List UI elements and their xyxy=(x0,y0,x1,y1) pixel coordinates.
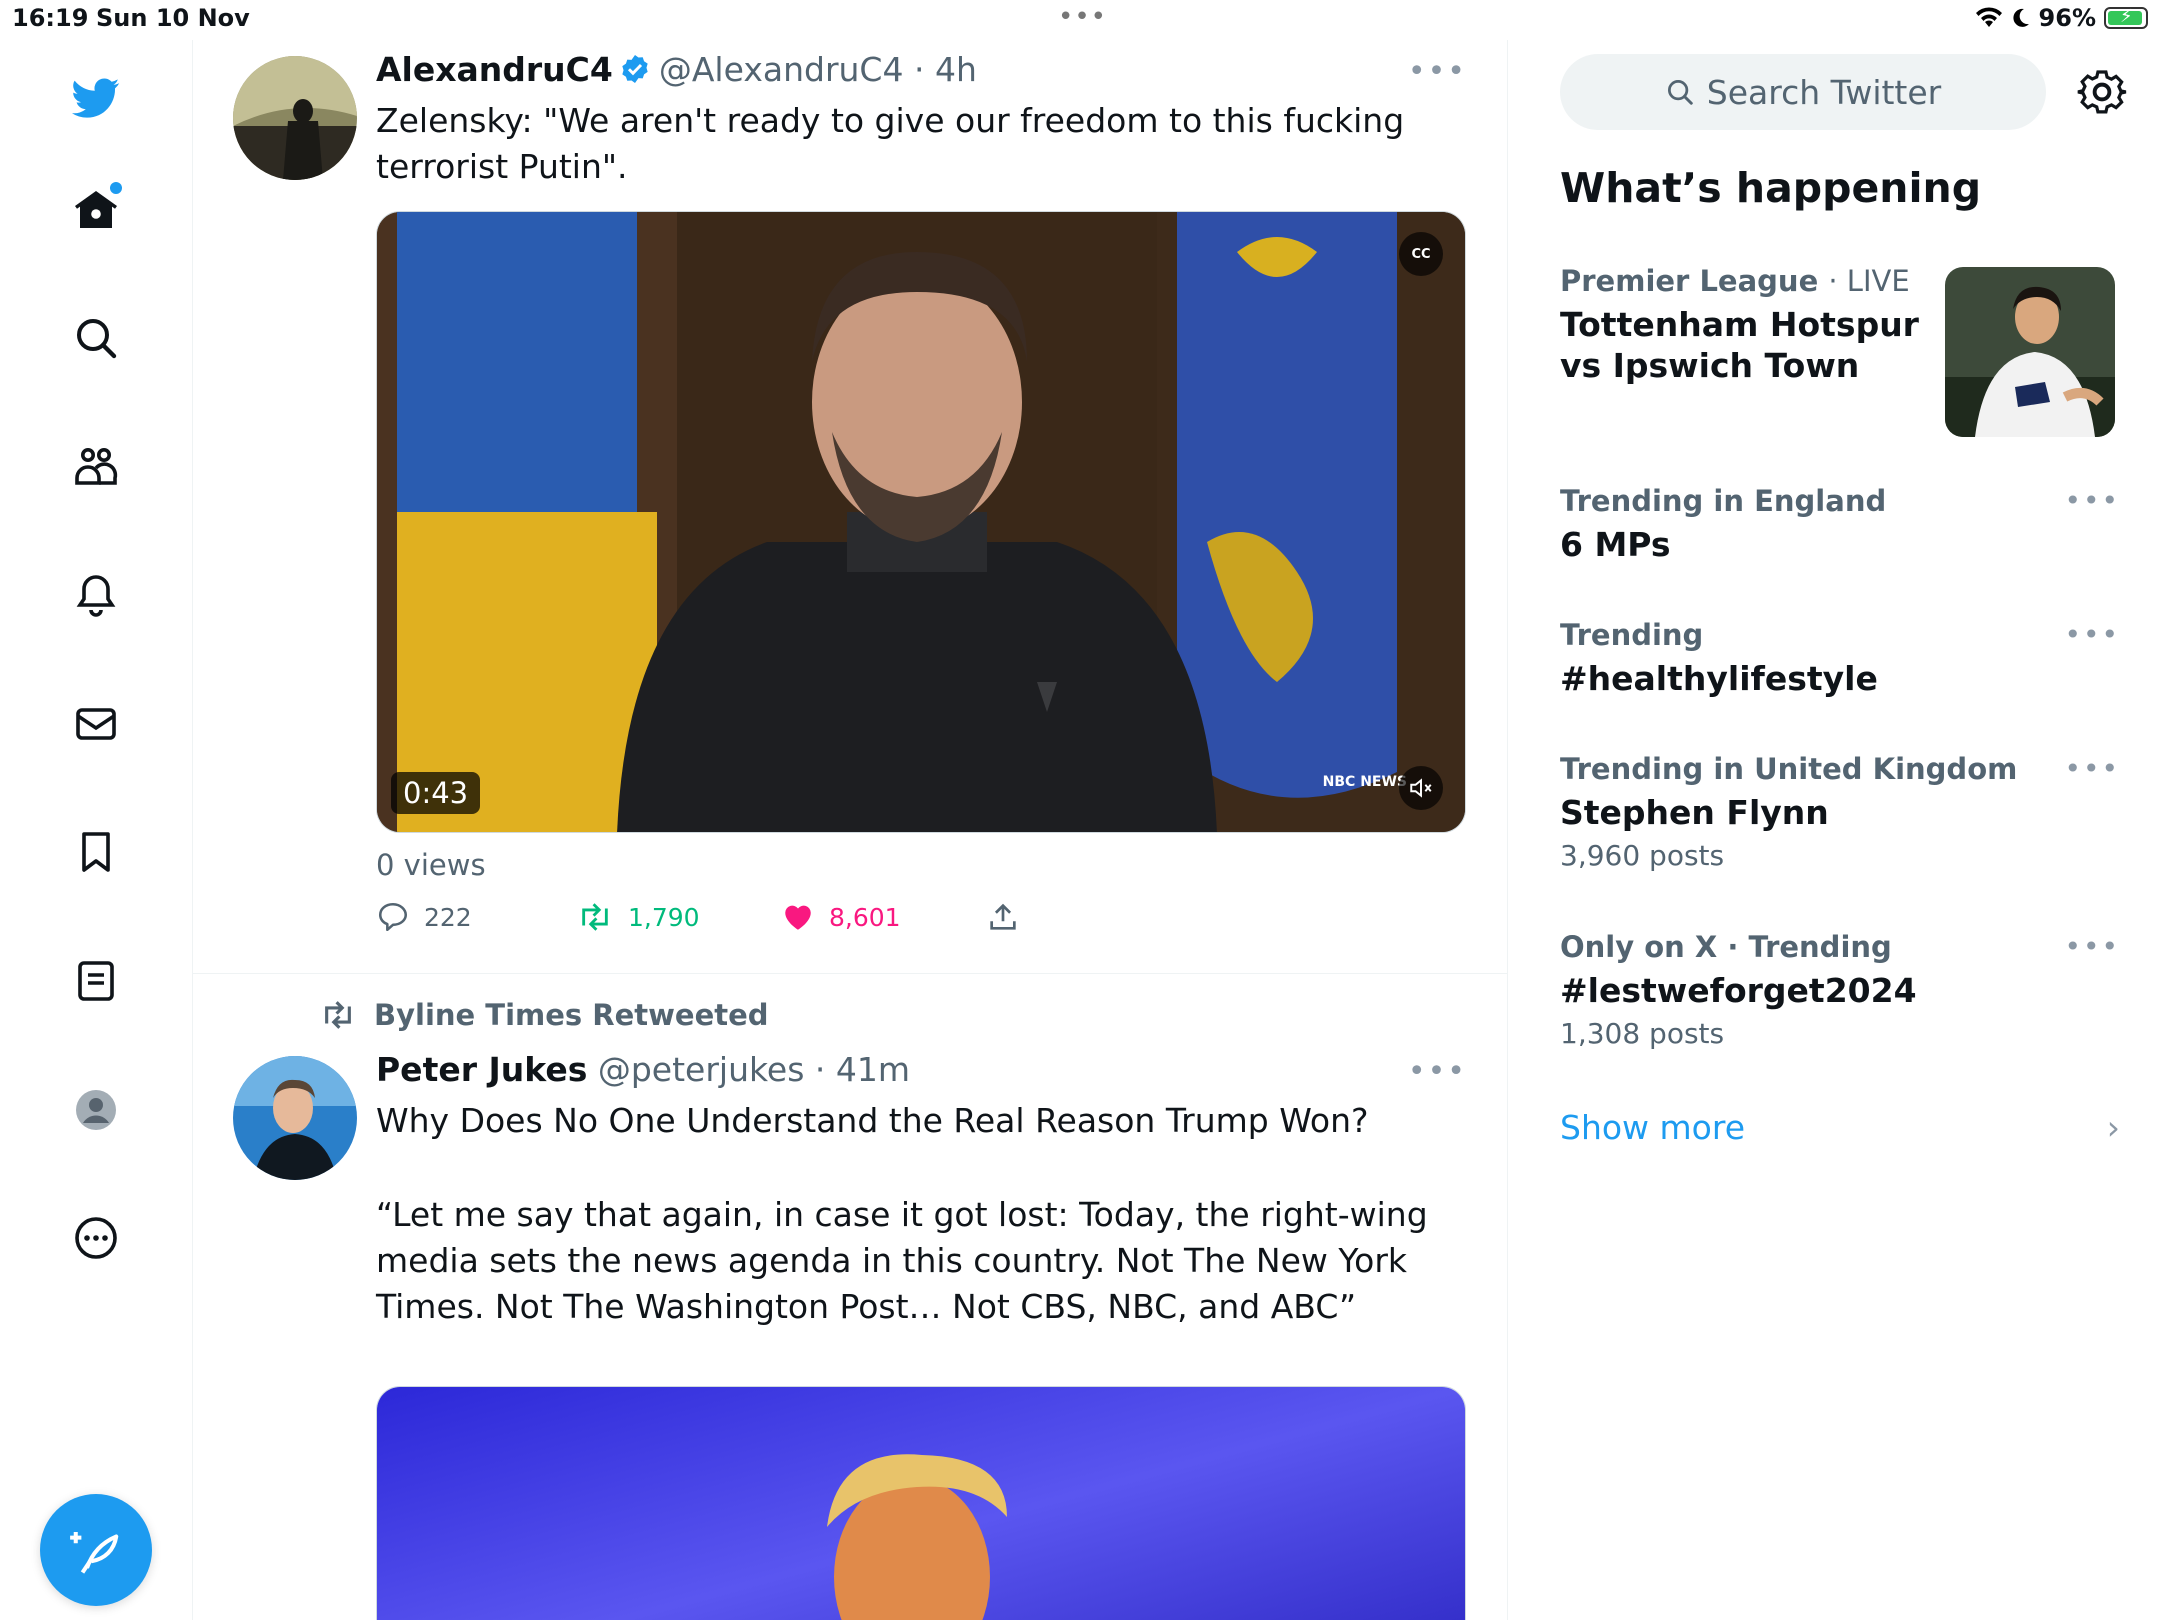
reply-button[interactable]: 222 xyxy=(376,900,576,934)
whats-happening-title: What’s happening xyxy=(1560,164,1982,212)
image-trump xyxy=(377,1387,1465,1620)
trend-title: 6 MPs xyxy=(1560,525,1671,564)
home-icon[interactable] xyxy=(64,178,128,242)
trend-title: Tottenham Hotspur vs Ipswich Town xyxy=(1560,305,1919,385)
retweet-small-icon xyxy=(325,1001,351,1029)
footballer-image xyxy=(1945,267,2115,437)
author-handle[interactable]: @AlexandruC4 xyxy=(659,50,904,89)
wifi-icon xyxy=(1975,7,2002,27)
status-bar: 16:19 Sun 10 Nov ••• 96% ⚡ xyxy=(0,0,2160,40)
status-time: 16:19 xyxy=(12,4,89,32)
retweet-context[interactable]: Byline Times Retweeted xyxy=(318,998,769,1032)
battery-percent: 96% xyxy=(2038,4,2096,32)
status-indicators: 96% ⚡ xyxy=(1975,4,2148,32)
status-date: Sun 10 Nov xyxy=(96,4,250,32)
tweet-time[interactable]: · 4h xyxy=(914,50,977,89)
tweet-text: Zelensky: "We aren't ready to give our f… xyxy=(376,101,1405,186)
bell-icon[interactable] xyxy=(64,563,128,627)
trend-category: Trending in United Kingdom xyxy=(1560,752,2018,786)
tweet-more-icon[interactable]: ••• xyxy=(1408,54,1467,89)
compose-button[interactable] xyxy=(40,1494,152,1606)
compose-icon xyxy=(70,1532,119,1574)
trend-title: #healthylifestyle xyxy=(1560,659,1878,698)
trend-thumbnail[interactable] xyxy=(1945,267,2115,437)
retweet-icon xyxy=(582,903,608,931)
trend-post-count: 1,308 posts xyxy=(1560,1017,1725,1050)
author-name[interactable]: Peter Jukes xyxy=(376,1050,587,1089)
trend-category: Premier League xyxy=(1560,264,1819,298)
twitter-logo-icon[interactable] xyxy=(64,66,128,130)
captions-button[interactable]: CC xyxy=(1399,232,1443,276)
tweet-video[interactable]: CC NBC NEWS 0:43 xyxy=(376,211,1466,833)
tweet-header: AlexandruC4 @AlexandruC4 · 4h xyxy=(376,50,977,89)
author-name[interactable]: AlexandruC4 xyxy=(376,50,613,89)
trend-item[interactable]: Trending in England 6 MPs ••• xyxy=(1560,484,2120,565)
trend-title: Stephen Flynn xyxy=(1560,793,1829,832)
trend-title: #lestweforget2024 xyxy=(1560,971,1917,1010)
heart-icon xyxy=(785,905,811,930)
lists-icon[interactable] xyxy=(64,949,128,1013)
tweet-time[interactable]: · 41m xyxy=(815,1050,910,1089)
trend-post-count: 3,960 posts xyxy=(1560,839,1725,872)
trend-more-icon[interactable]: ••• xyxy=(2064,484,2120,517)
trend-live: · LIVE xyxy=(1828,264,1910,298)
left-nav xyxy=(0,40,193,1620)
tweet-quote-text: “Let me say that again, in case it got l… xyxy=(376,1195,1428,1326)
tweet-actions: 222 1,790 8,601 xyxy=(376,900,1020,934)
moon-icon xyxy=(2012,8,2029,27)
search-input[interactable]: Search Twitter xyxy=(1560,54,2046,130)
multitasking-dots-icon[interactable]: ••• xyxy=(1058,2,1107,32)
tweet-text: Why Does No One Understand the Real Reas… xyxy=(376,1101,1369,1140)
video-duration: 0:43 xyxy=(391,772,481,814)
unread-dot xyxy=(110,182,122,194)
timeline-feed: AlexandruC4 @AlexandruC4 · 4h ••• Zelensk… xyxy=(193,40,1508,1620)
show-more-link[interactable]: Show more › xyxy=(1560,1108,2120,1147)
show-more-label: Show more xyxy=(1560,1108,1746,1147)
avatar[interactable] xyxy=(233,1056,357,1180)
battery-icon: ⚡ xyxy=(2104,6,2148,29)
like-count: 8,601 xyxy=(829,902,901,932)
bookmark-icon[interactable] xyxy=(64,820,128,884)
tweet-divider xyxy=(193,973,1507,974)
retweeted-by: Byline Times Retweeted xyxy=(374,998,769,1032)
mute-button[interactable] xyxy=(1399,766,1443,810)
search-placeholder: Search Twitter xyxy=(1706,72,1942,112)
trend-item[interactable]: Only on X · Trending #lestweforget2024 1… xyxy=(1560,930,2120,1050)
trend-more-icon[interactable]: ••• xyxy=(2064,930,2120,963)
trend-category: Trending xyxy=(1560,618,1704,652)
trend-more-icon[interactable]: ••• xyxy=(2064,618,2120,651)
communities-icon[interactable] xyxy=(64,435,128,499)
trend-item[interactable]: Premier League · LIVE Tottenham Hotspur … xyxy=(1560,264,1940,386)
verified-badge-icon xyxy=(622,55,648,83)
like-button[interactable]: 8,601 xyxy=(781,900,986,934)
share-button[interactable] xyxy=(986,900,1020,934)
trend-category: Only on X · Trending xyxy=(1560,930,1892,964)
muted-speaker-icon xyxy=(1410,778,1432,798)
more-icon[interactable] xyxy=(64,1206,128,1270)
nbc-news-logo: NBC NEWS xyxy=(1322,774,1407,790)
share-icon xyxy=(990,903,1016,930)
video-frame xyxy=(377,212,1465,832)
settings-gear-icon[interactable] xyxy=(2076,66,2128,118)
tweet-header: Peter Jukes @peterjukes · 41m xyxy=(376,1050,910,1089)
avatar[interactable] xyxy=(233,56,357,180)
profile-icon[interactable] xyxy=(64,1078,128,1142)
view-count: 0 views xyxy=(376,848,486,882)
reply-icon xyxy=(378,902,408,932)
search-icon[interactable] xyxy=(64,306,128,370)
retweet-count: 1,790 xyxy=(628,902,700,932)
tweet-image[interactable] xyxy=(376,1386,1466,1620)
trend-category: Trending in England xyxy=(1560,484,1887,518)
trend-item[interactable]: Trending #healthylifestyle ••• xyxy=(1560,618,2120,699)
search-small-icon xyxy=(1667,80,1693,105)
trend-item[interactable]: Trending in United Kingdom Stephen Flynn… xyxy=(1560,752,2120,872)
trend-more-icon[interactable]: ••• xyxy=(2064,752,2120,785)
tweet-more-icon[interactable]: ••• xyxy=(1408,1054,1467,1089)
reply-count: 222 xyxy=(424,902,472,932)
author-handle[interactable]: @peterjukes xyxy=(598,1050,805,1089)
retweet-button[interactable]: 1,790 xyxy=(576,900,781,934)
mail-icon[interactable] xyxy=(64,692,128,756)
chevron-right-icon: › xyxy=(2106,1108,2120,1147)
